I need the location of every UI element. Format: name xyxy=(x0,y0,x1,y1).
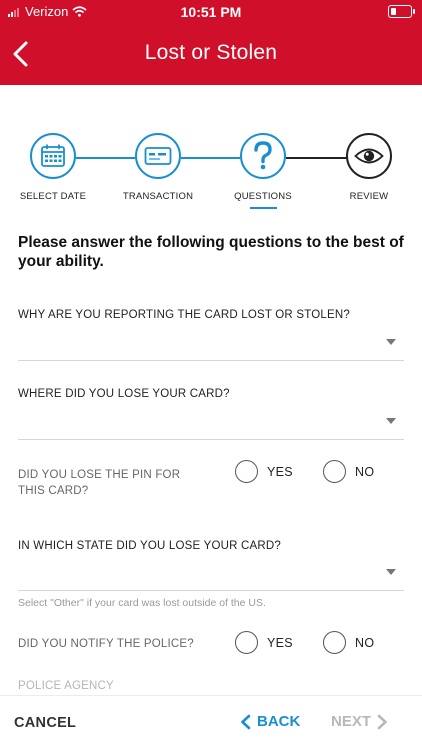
step-label: TRANSACTION xyxy=(122,191,194,202)
step-label: QUESTIONS xyxy=(234,191,292,202)
nav-bar: Lost or Stolen xyxy=(0,24,422,85)
clock: 10:51 PM xyxy=(180,4,242,20)
radio-icon xyxy=(323,460,346,483)
question-icon xyxy=(254,141,272,170)
police-yes-radio[interactable]: YES xyxy=(235,631,293,654)
question-pin-label: DID YOU LOSE THE PIN FOR THIS CARD? xyxy=(18,469,181,497)
divider xyxy=(18,360,404,361)
next-button-label: NEXT xyxy=(331,713,372,730)
caret-down-icon xyxy=(386,418,396,424)
step-connector xyxy=(181,157,240,159)
battery-level xyxy=(391,8,396,15)
radio-label: YES xyxy=(267,464,293,479)
battery-icon xyxy=(388,5,415,18)
instructions-heading: Please answer the following questions to… xyxy=(18,234,404,270)
state-hint: Select "Other" if your card was lost out… xyxy=(18,597,266,609)
page-title: Lost or Stolen xyxy=(144,41,278,64)
radio-icon xyxy=(235,631,258,654)
where-select[interactable] xyxy=(18,405,404,439)
pin-yes-radio[interactable]: YES xyxy=(235,460,293,483)
step-label: REVIEW xyxy=(349,191,389,202)
radio-icon xyxy=(323,631,346,654)
chevron-left-icon xyxy=(241,714,251,729)
bottom-action-bar: CANCEL BACK NEXT xyxy=(0,695,422,750)
radio-icon xyxy=(235,460,258,483)
back-button[interactable]: BACK xyxy=(240,713,300,730)
radio-label: NO xyxy=(355,464,375,479)
police-agency-label: POLICE AGENCY xyxy=(18,680,114,692)
caret-down-icon xyxy=(386,569,396,575)
cancel-button[interactable]: CANCEL xyxy=(14,715,76,731)
state-select[interactable] xyxy=(18,557,404,590)
divider xyxy=(18,439,404,440)
question-state-label: IN WHICH STATE DID YOU LOSE YOUR CARD? xyxy=(18,540,281,552)
back-button-label: BACK xyxy=(257,713,301,730)
radio-label: NO xyxy=(355,635,375,650)
police-no-radio[interactable]: NO xyxy=(323,631,374,654)
step-connector xyxy=(286,157,347,159)
card-icon xyxy=(144,147,172,165)
pin-no-radio[interactable]: NO xyxy=(323,460,374,483)
next-button[interactable]: NEXT xyxy=(331,713,388,730)
active-step-indicator xyxy=(250,207,277,209)
step-connector xyxy=(76,157,135,159)
question-reason-label: WHY ARE YOU REPORTING THE CARD LOST OR S… xyxy=(18,309,350,321)
status-bar: Verizon 10:51 PM xyxy=(0,0,422,24)
eye-icon xyxy=(354,148,384,164)
caret-down-icon xyxy=(386,339,396,345)
question-where-label: WHERE DID YOU LOSE YOUR CARD? xyxy=(18,388,230,400)
divider xyxy=(18,590,404,591)
step-progress: SELECT DATE TRANSACTION QUESTIONS REVIEW xyxy=(0,130,422,212)
radio-label: YES xyxy=(267,635,293,650)
reason-select[interactable] xyxy=(18,326,404,360)
calendar-icon xyxy=(41,144,65,167)
step-label: SELECT DATE xyxy=(19,191,87,202)
chevron-right-icon xyxy=(377,714,387,729)
